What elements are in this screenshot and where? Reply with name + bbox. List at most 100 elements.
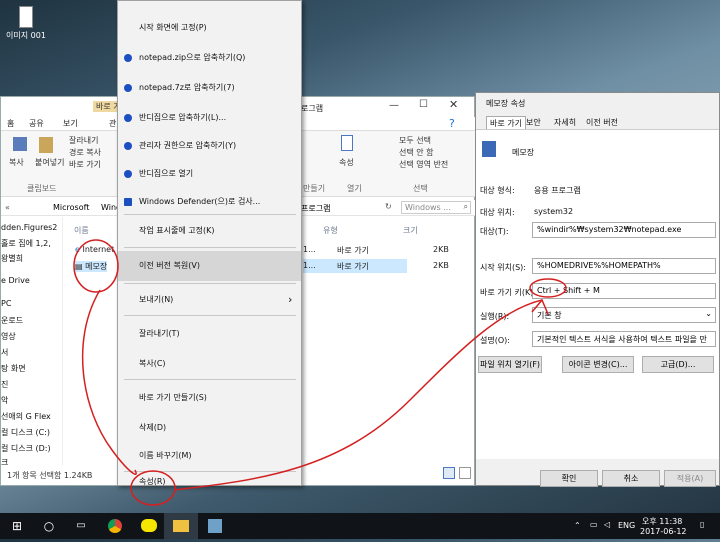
file-explorer-taskbar-icon[interactable]: [164, 513, 198, 539]
tab-security[interactable]: 보안: [526, 117, 541, 128]
maximize-icon[interactable]: ☐: [419, 99, 428, 110]
nav-item[interactable]: 악: [1, 395, 8, 406]
change-icon-button[interactable]: 아이콘 변경(C)...: [562, 356, 634, 373]
shortcut-key-field[interactable]: Ctrl + Shift + M: [532, 283, 716, 299]
nav-item[interactable]: 운로드: [1, 315, 23, 326]
tab-manage[interactable]: 관: [109, 118, 116, 129]
target-location-label: 대상 위치:: [480, 208, 515, 217]
file-size: 2KB: [433, 261, 449, 270]
advanced-button[interactable]: 고급(D)...: [642, 356, 714, 373]
menu-item-7z[interactable]: notepad.7z로 압축하기(7): [118, 73, 301, 103]
notepad-icon: ▤: [75, 262, 86, 271]
open-group-label: 열기: [347, 184, 362, 193]
menu-item-send-to[interactable]: 보내기(N) ›: [118, 285, 301, 315]
nav-item[interactable]: 탕 화면: [1, 363, 26, 374]
nav-item[interactable]: 왕별희: [1, 253, 23, 264]
menu-item-pin-start[interactable]: 시작 화면에 고정(P): [118, 13, 301, 43]
language-indicator[interactable]: ENG: [618, 521, 635, 530]
tab-share[interactable]: 공유: [29, 118, 44, 129]
nav-item[interactable]: 홀로 집에 1,2,: [1, 238, 51, 249]
nav-item[interactable]: 컬 디스크 (D:): [1, 443, 51, 454]
menu-item-cut[interactable]: 잘라내기(T): [118, 319, 301, 349]
paste-shortcut-button[interactable]: 바로 가기: [69, 159, 101, 170]
nav-item[interactable]: dden.Figures2: [1, 223, 57, 232]
menu-item-delete[interactable]: 삭제(D): [118, 413, 301, 443]
tab-shortcut[interactable]: 바로 가기: [486, 116, 526, 130]
menu-separator: [124, 379, 296, 380]
menu-item-properties[interactable]: 속성(R): [118, 475, 301, 489]
target-field[interactable]: %windir%₩system32₩notepad.exe: [532, 222, 716, 238]
ok-button[interactable]: 확인: [540, 470, 598, 487]
table-row-selected[interactable]: 1... 바로 가기: [303, 259, 407, 273]
breadcrumb-microsoft[interactable]: Microsoft: [53, 203, 89, 212]
tab-home[interactable]: 홈: [7, 118, 14, 129]
search-icon[interactable]: ○: [32, 513, 66, 539]
nav-item[interactable]: 서: [1, 347, 8, 358]
clock-time[interactable]: 오후 11:38: [642, 516, 682, 527]
volume-icon[interactable]: ◁: [604, 520, 610, 529]
back-icon[interactable]: «: [5, 203, 10, 212]
start-in-field[interactable]: %HOMEDRIVE%%HOMEPATH%: [532, 258, 716, 274]
breadcrumb-programs[interactable]: 프로그램: [301, 203, 330, 214]
large-icons-view-icon[interactable]: [459, 467, 471, 479]
menu-item-compress-bandizip[interactable]: 반디집으로 압축하기(L)...: [118, 103, 301, 133]
table-row[interactable]: 1... 바로 가기: [303, 245, 407, 255]
menu-item-compress-admin[interactable]: 관리자 권한으로 압축하기(Y): [118, 131, 301, 161]
start-icon[interactable]: ⊞: [0, 513, 34, 539]
menu-item-pin-taskbar[interactable]: 작업 표시줄에 고정(K): [118, 216, 301, 246]
network-icon[interactable]: ▭: [590, 520, 598, 529]
file-row-name[interactable]: e Internet: [75, 245, 114, 254]
tab-details[interactable]: 자세히: [554, 117, 576, 128]
tab-view[interactable]: 보기: [63, 118, 78, 129]
clock-date[interactable]: 2017-06-12: [640, 527, 687, 536]
search-input[interactable]: Windows ... ⌕: [401, 201, 471, 214]
select-all-button[interactable]: 모두 선택: [399, 135, 431, 146]
refresh-icon[interactable]: ↻: [385, 202, 392, 211]
comment-field[interactable]: 기본적인 텍스트 서식을 사용하여 텍스트 파일을 만: [532, 331, 716, 347]
nav-item[interactable]: 선애의 G Flex: [1, 411, 51, 422]
menu-item-copy[interactable]: 복사(C): [118, 349, 301, 379]
close-icon[interactable]: ✕: [449, 98, 458, 111]
menu-item-restore-versions[interactable]: 이전 버전 복원(V): [118, 251, 301, 281]
open-file-location-button[interactable]: 파일 위치 열기(F): [478, 356, 542, 373]
help-icon[interactable]: ?: [449, 117, 455, 130]
nav-item[interactable]: 컬 디스크 (C:): [1, 427, 50, 438]
copy-path-button[interactable]: 경로 복사: [69, 147, 101, 158]
cancel-button[interactable]: 취소: [602, 470, 660, 487]
menu-item-open-bandizip[interactable]: 반디집으로 열기: [118, 159, 301, 189]
target-type-label: 대상 형식:: [480, 186, 515, 195]
paste-button[interactable]: 붙여넣기: [35, 157, 64, 168]
chrome-icon[interactable]: [98, 513, 132, 539]
properties-button[interactable]: 속성: [339, 157, 354, 168]
run-select[interactable]: 기본 창 ⌄: [532, 307, 716, 323]
shield-icon: [124, 142, 132, 150]
tab-previous-versions[interactable]: 이전 버전: [586, 117, 618, 128]
nav-item[interactable]: e Drive: [1, 276, 30, 285]
menu-item-defender-scan[interactable]: Windows Defender(으)로 검사...: [118, 187, 301, 217]
select-none-button[interactable]: 선택 안 함: [399, 147, 434, 158]
task-view-icon[interactable]: ▭: [64, 513, 98, 539]
nav-item[interactable]: PC: [1, 299, 11, 308]
menu-item-zip[interactable]: notepad.zip으로 압축하기(Q): [118, 43, 301, 73]
copy-button[interactable]: 복사: [9, 157, 24, 168]
nav-item[interactable]: 진: [1, 379, 8, 390]
pin-icon: [13, 137, 27, 151]
apply-button[interactable]: 적용(A): [664, 470, 716, 487]
column-type[interactable]: 유형: [323, 225, 338, 236]
nav-item[interactable]: 영상: [1, 331, 16, 342]
tray-chevron-icon[interactable]: ⌃: [574, 521, 581, 530]
column-name[interactable]: 이름: [74, 225, 89, 236]
notification-icon[interactable]: ▯: [700, 520, 704, 529]
desktop-file-icon[interactable]: 이미지 001: [3, 6, 49, 54]
cut-button[interactable]: 잘라내기: [69, 135, 98, 146]
file-row-name-selected[interactable]: ▤ 메모장: [75, 261, 108, 272]
menu-item-create-shortcut[interactable]: 바로 가기 만들기(S): [118, 383, 301, 413]
menu-item-rename[interactable]: 이름 바꾸기(M): [118, 441, 301, 471]
kakaotalk-icon[interactable]: [132, 513, 166, 539]
invert-selection-button[interactable]: 선택 영역 반전: [399, 159, 448, 170]
app-taskbar-icon[interactable]: [198, 513, 232, 539]
bandizip-icon: [124, 54, 132, 62]
minimize-icon[interactable]: —: [389, 100, 399, 111]
column-size[interactable]: 크기: [403, 225, 418, 236]
details-view-icon[interactable]: [443, 467, 455, 479]
